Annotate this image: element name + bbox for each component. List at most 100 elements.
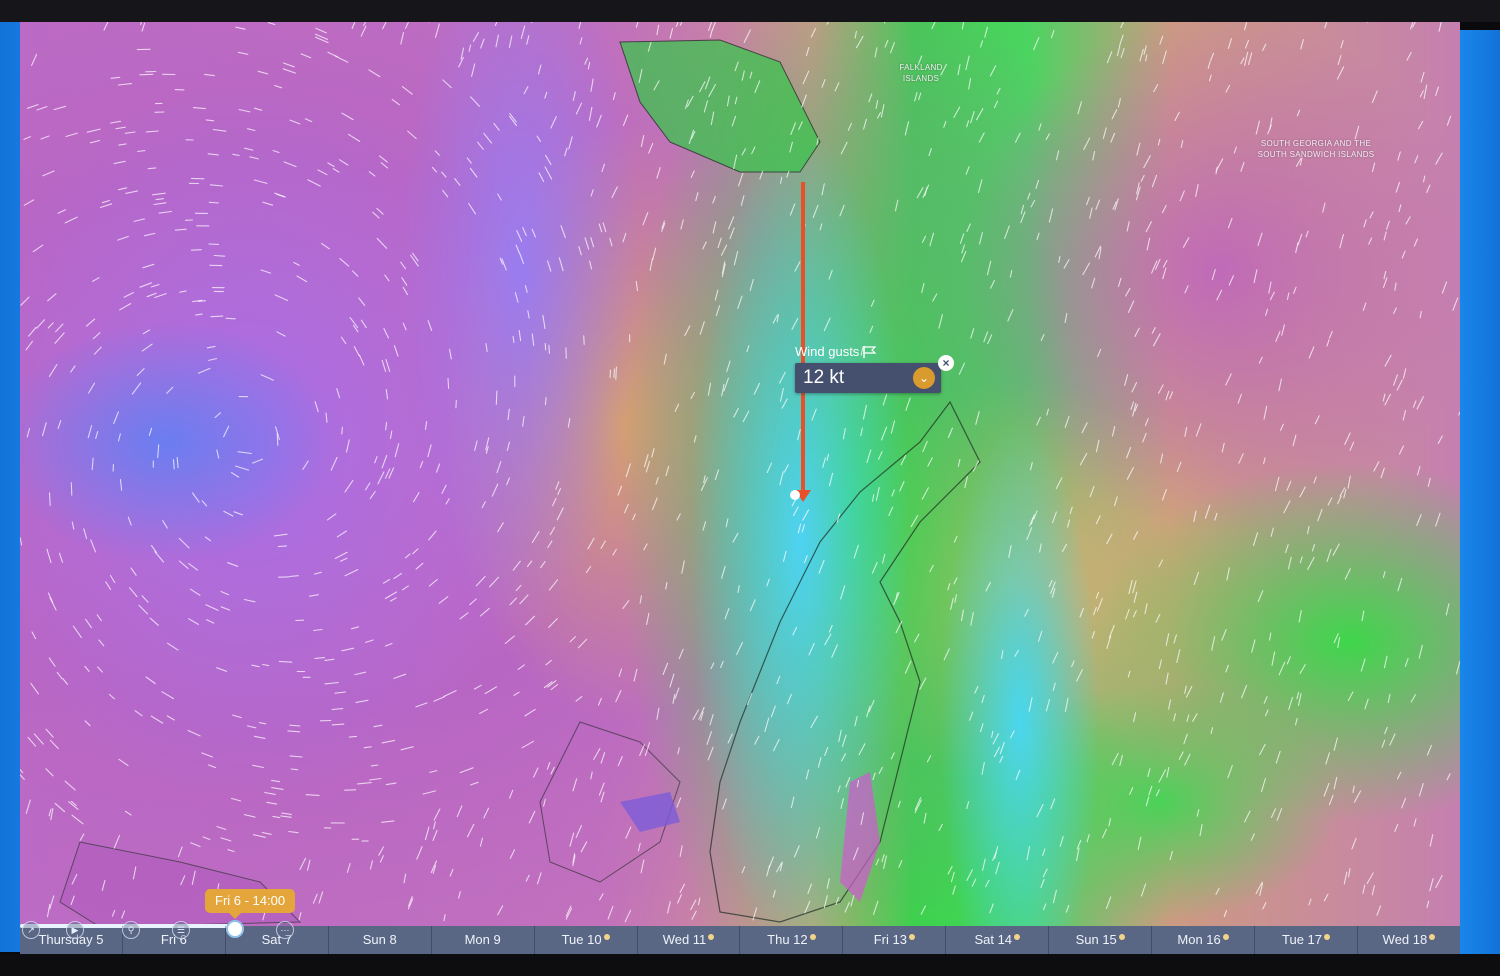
wind-particle xyxy=(403,873,407,884)
wind-particle xyxy=(289,755,303,758)
wind-particle xyxy=(1111,425,1116,437)
wind-particle xyxy=(334,691,347,694)
wind-particle xyxy=(676,513,681,521)
wind-particle xyxy=(1077,101,1082,115)
wind-map[interactable]: FALKLAND ISLANDS SOUTH GEORGIA AND THE S… xyxy=(20,22,1460,954)
wind-particle xyxy=(863,118,867,130)
wind-particle xyxy=(1119,754,1123,767)
wind-particle xyxy=(190,249,202,251)
wind-particle xyxy=(237,51,249,55)
timeline-day[interactable]: Mon 16 xyxy=(1151,926,1254,954)
wind-particle xyxy=(71,521,75,530)
wind-particle xyxy=(1368,237,1373,245)
wind-gust-picker[interactable]: 12 kt ⌄ xyxy=(795,363,941,393)
timeline-day[interactable]: Mon 9 xyxy=(430,926,534,954)
picker-anchor-dot[interactable] xyxy=(790,490,800,500)
wind-particle xyxy=(926,755,932,763)
measure-line[interactable] xyxy=(801,182,805,497)
wind-particle xyxy=(101,879,106,891)
wind-particle xyxy=(839,204,845,217)
timeline-day[interactable]: Fri 13 xyxy=(842,926,945,954)
wind-particle xyxy=(491,483,499,497)
wind-particle xyxy=(823,895,828,909)
wind-particle xyxy=(1184,285,1189,294)
wind-particle xyxy=(115,126,126,130)
wind-particle xyxy=(1183,733,1188,745)
timeline-day[interactable]: Tue 10 xyxy=(533,926,637,954)
play-icon[interactable]: ▶ xyxy=(66,921,84,939)
search-icon[interactable]: ⚲ xyxy=(122,921,140,939)
wind-particle xyxy=(1280,423,1284,431)
wind-particle xyxy=(1124,374,1129,386)
timeline-day[interactable]: Wed 11 xyxy=(636,926,740,954)
wind-particle xyxy=(893,591,900,606)
wind-particle xyxy=(1162,267,1167,280)
timeline-day[interactable]: Wed 18 xyxy=(1356,926,1460,954)
wind-particle xyxy=(117,235,129,241)
timeline-day[interactable]: Sun 15 xyxy=(1048,926,1151,954)
wind-particle xyxy=(632,513,636,521)
wind-particle xyxy=(1225,373,1232,386)
wind-particle xyxy=(472,32,479,42)
wind-particle xyxy=(394,443,400,458)
wind-particle xyxy=(1352,785,1355,794)
current-time-bubble: Fri 6 - 14:00 xyxy=(205,889,296,919)
wind-particle xyxy=(1036,232,1040,241)
wind-particle xyxy=(617,756,623,767)
wind-particle xyxy=(1317,508,1323,522)
wind-particle xyxy=(957,64,961,76)
timeline-day[interactable]: Tue 17 xyxy=(1254,926,1357,954)
timeline-day-label: Wed 18 xyxy=(1382,932,1428,947)
wind-particle xyxy=(1106,635,1112,650)
close-icon[interactable]: × xyxy=(938,355,954,371)
wind-particle xyxy=(1441,281,1448,294)
timeline-day[interactable]: Sat 14 xyxy=(945,926,1048,954)
wind-particle xyxy=(741,148,747,156)
wind-particle xyxy=(856,780,860,788)
wind-particle xyxy=(1371,885,1375,896)
layers-icon[interactable]: ☰ xyxy=(172,921,190,939)
wind-particle xyxy=(1292,434,1297,447)
wind-particle xyxy=(1402,368,1407,379)
wind-particle xyxy=(54,332,65,344)
chevron-down-icon[interactable]: ⌄ xyxy=(913,367,935,389)
wind-particle xyxy=(1117,98,1121,108)
wind-particle xyxy=(1381,739,1386,748)
wind-particle xyxy=(1299,556,1303,564)
wind-particle xyxy=(1326,548,1332,562)
wind-particle xyxy=(124,131,136,134)
flag-icon[interactable] xyxy=(863,345,877,358)
wind-particle xyxy=(368,171,376,177)
wind-particle xyxy=(509,597,517,606)
more-icon[interactable]: ⋯ xyxy=(276,921,294,939)
timeline-day[interactable]: Thu 12 xyxy=(739,926,842,954)
wind-particle xyxy=(1086,833,1090,843)
wind-particle xyxy=(717,237,722,249)
wind-particle xyxy=(364,482,371,491)
wind-particle xyxy=(158,210,173,214)
wind-particle xyxy=(684,325,691,337)
timeline-handle[interactable] xyxy=(226,920,244,938)
wind-particle xyxy=(715,305,721,317)
wind-particle xyxy=(653,80,660,91)
wind-particle xyxy=(137,150,146,153)
wind-particle xyxy=(1263,405,1268,420)
wind-particle xyxy=(812,204,819,218)
wind-particle xyxy=(823,317,831,332)
zoom-icon[interactable]: ↗ xyxy=(22,921,40,939)
wind-particle xyxy=(23,199,35,206)
timeline-day[interactable]: Sun 8 xyxy=(327,926,431,954)
wind-particle xyxy=(872,900,879,915)
wind-particle xyxy=(890,752,895,760)
wind-particle xyxy=(458,891,461,899)
wind-particle xyxy=(528,810,536,824)
wind-particle xyxy=(383,327,390,339)
wind-particle xyxy=(119,303,132,311)
wind-particle xyxy=(56,671,63,680)
wind-particle xyxy=(877,451,883,460)
wind-particle xyxy=(422,790,437,795)
wind-particle xyxy=(714,469,720,480)
wind-particle xyxy=(402,322,407,331)
wind-particle xyxy=(882,553,886,564)
wind-particle xyxy=(341,426,343,435)
